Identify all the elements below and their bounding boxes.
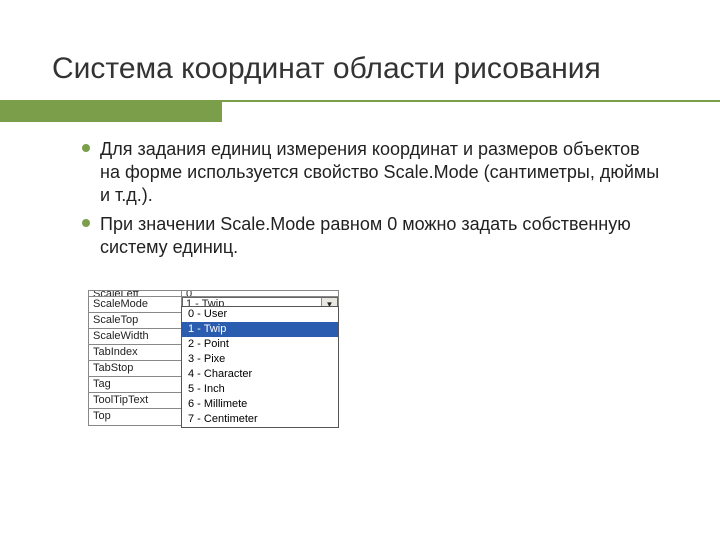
bullet-text: При значении Scale.Mode равном 0 можно з… [100,214,631,257]
list-item: При значении Scale.Mode равном 0 можно з… [100,213,660,259]
property-name: Tag [89,377,182,392]
property-name: ScaleWidth [89,329,182,344]
accent-line [222,100,720,102]
property-name: TabIndex [89,345,182,360]
property-name: ScaleMode [89,297,182,312]
dropdown-option[interactable]: 4 - Character [182,367,338,382]
accent-bar [0,100,222,122]
dropdown-option[interactable]: 6 - Millimete [182,397,338,412]
bullet-dot-icon [82,219,90,227]
list-item: Для задания единиц измерения координат и… [100,138,660,207]
property-name: Top [89,409,182,425]
dropdown-option[interactable]: 0 - User [182,307,338,322]
bullet-list: Для задания единиц измерения координат и… [100,138,660,265]
dropdown-option-selected[interactable]: 1 - Twip [182,322,338,337]
dropdown-option[interactable]: 3 - Pixe [182,352,338,367]
scalemode-dropdown-list[interactable]: 0 - User 1 - Twip 2 - Point 3 - Pixe 4 -… [181,306,339,428]
property-value: 0 [182,291,338,296]
dropdown-option[interactable]: 5 - Inch [182,382,338,397]
bullet-text: Для задания единиц измерения координат и… [100,139,659,205]
bullet-dot-icon [82,144,90,152]
property-name: TabStop [89,361,182,376]
page-title: Система координат области рисования [52,52,601,86]
property-name: ScaleTop [89,313,182,328]
dropdown-option[interactable]: 2 - Point [182,337,338,352]
dropdown-option[interactable]: 7 - Centimeter [182,412,338,427]
property-name: ToolTipText [89,393,182,408]
property-name: ScaleLeft [89,291,182,296]
